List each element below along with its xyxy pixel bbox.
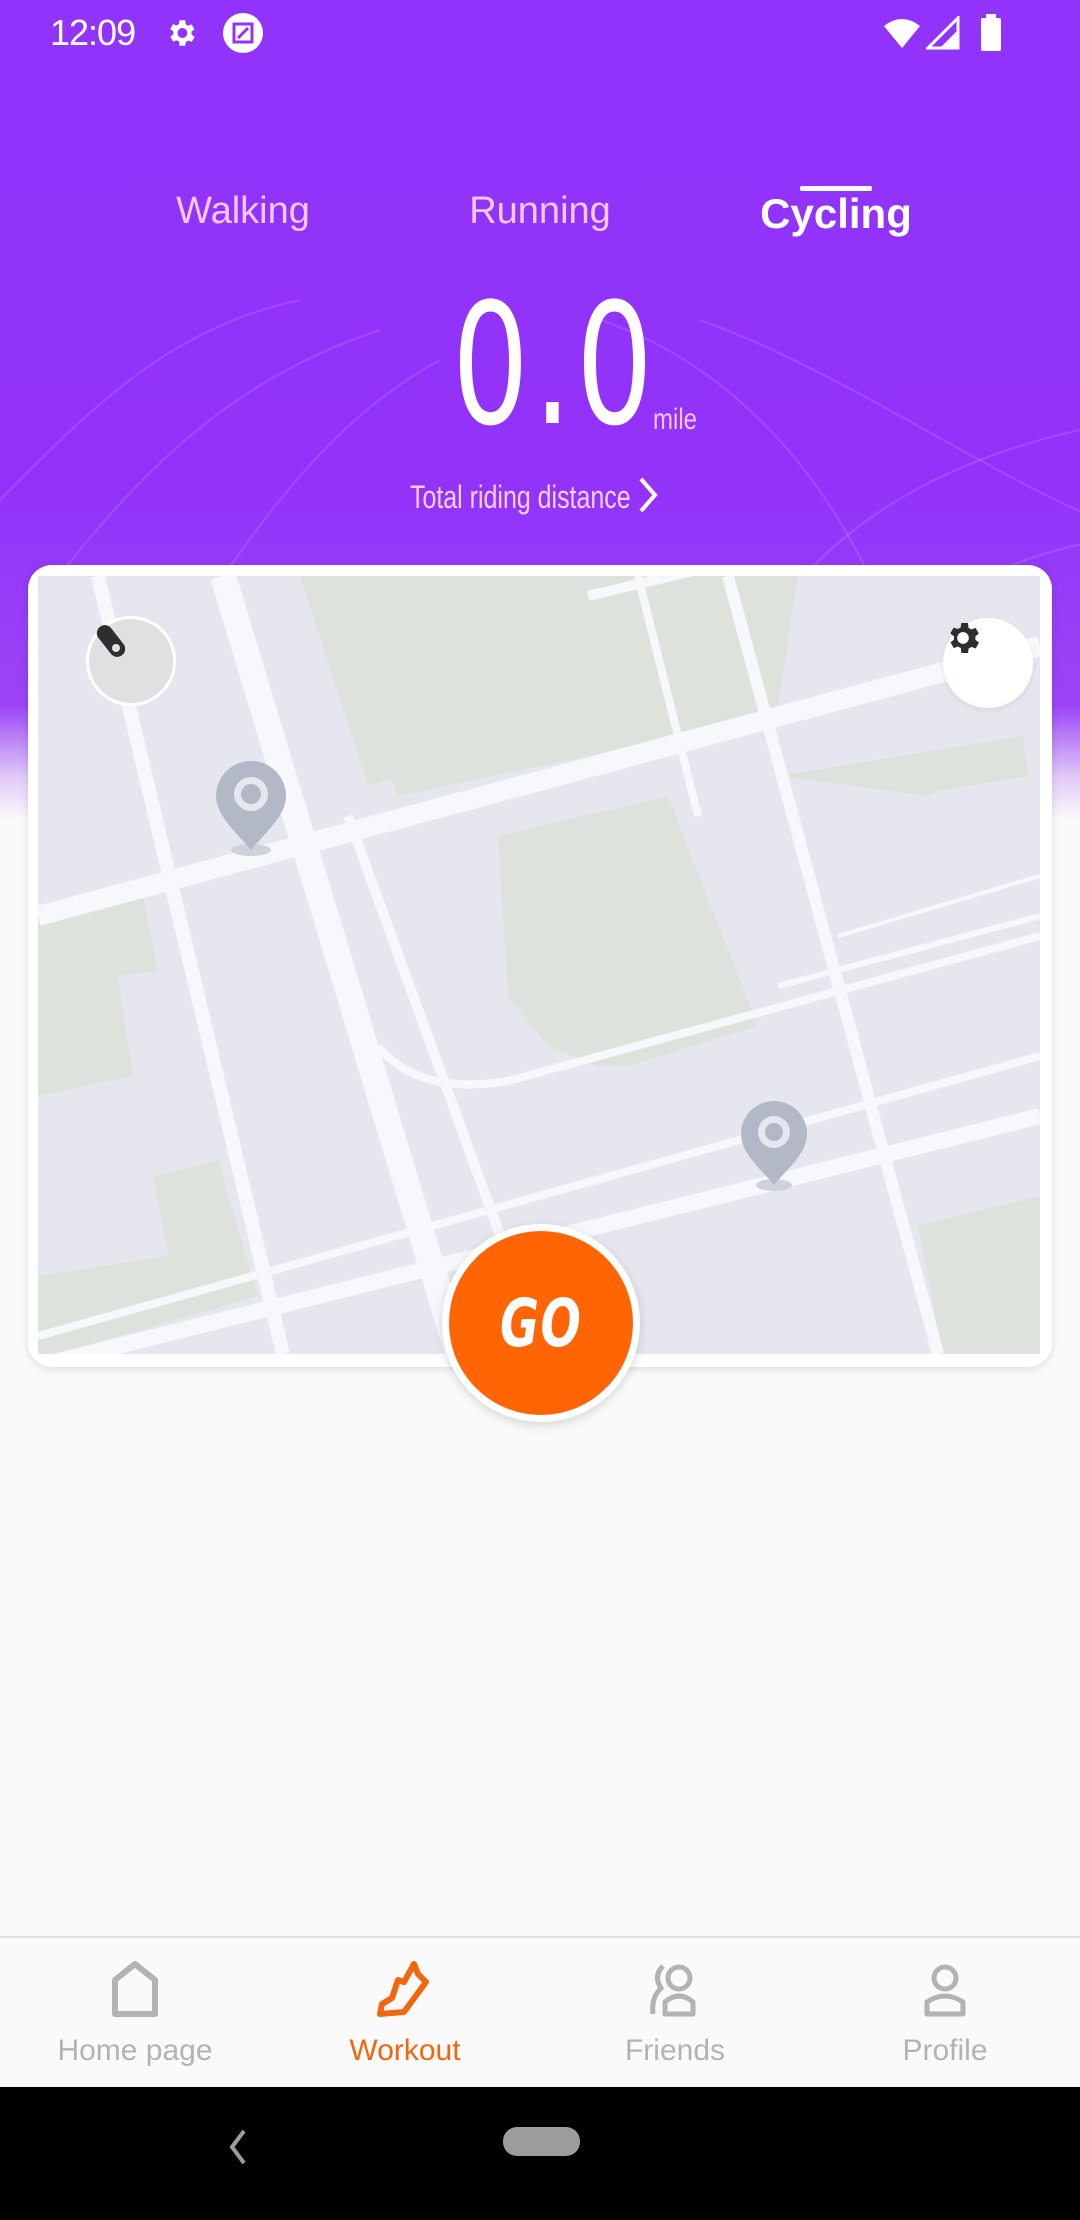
- bottom-navigation: Home page Workout Friends Profile: [0, 1936, 1080, 2086]
- activity-tabs: Walking Running Cycling: [0, 190, 1080, 260]
- nav-friends-label: Friends: [624, 2034, 726, 2067]
- tab-cycling[interactable]: Cycling: [760, 190, 912, 238]
- nav-friends[interactable]: Friends: [540, 1938, 810, 2088]
- total-riding-distance-link[interactable]: Total riding distance: [410, 475, 661, 520]
- wifi-icon: [882, 16, 922, 55]
- shoe-icon: [374, 1960, 436, 2027]
- nav-workout[interactable]: Workout: [270, 1938, 540, 2088]
- settings-gear-icon: [164, 16, 198, 55]
- distance-unit: mile: [653, 403, 698, 436]
- tab-running[interactable]: Running: [469, 190, 611, 233]
- distance-display: 0.0 mile: [0, 267, 1080, 463]
- battery-icon: [980, 14, 1002, 57]
- workout-screen: 12:09 Walking Running Cycling 0.0 mile T…: [0, 0, 1080, 2220]
- nav-home-page-label: Home page: [57, 2034, 213, 2067]
- distance-value: 0.0: [452, 267, 658, 463]
- nav-profile[interactable]: Profile: [810, 1938, 1080, 2088]
- go-button[interactable]: GO: [442, 1224, 640, 1422]
- home-icon: [109, 1960, 161, 2023]
- chevron-right-icon: [635, 475, 661, 520]
- cellular-signal-icon: [924, 14, 960, 55]
- map-settings-button[interactable]: [943, 618, 1033, 708]
- status-time: 12:09: [50, 12, 136, 53]
- back-chevron-icon[interactable]: [226, 2127, 250, 2172]
- screenshot-edit-icon: [222, 12, 264, 59]
- total-riding-distance-label: Total riding distance: [410, 479, 631, 515]
- status-bar: 12:09: [0, 0, 1080, 64]
- nav-workout-label: Workout: [349, 2034, 461, 2067]
- tab-walking[interactable]: Walking: [176, 190, 310, 233]
- friends-icon: [645, 1960, 705, 2025]
- go-button-label: GO: [499, 1284, 583, 1362]
- go-button-fill: GO: [449, 1231, 633, 1415]
- active-tab-indicator: [800, 186, 872, 191]
- profile-icon: [922, 1960, 968, 2025]
- home-pill[interactable]: [503, 2127, 580, 2156]
- nav-profile-label: Profile: [902, 2034, 988, 2067]
- system-navigation-bar: [0, 2087, 1080, 2220]
- nav-home-page[interactable]: Home page: [0, 1938, 270, 2088]
- bike-light-toggle-button[interactable]: [86, 616, 176, 706]
